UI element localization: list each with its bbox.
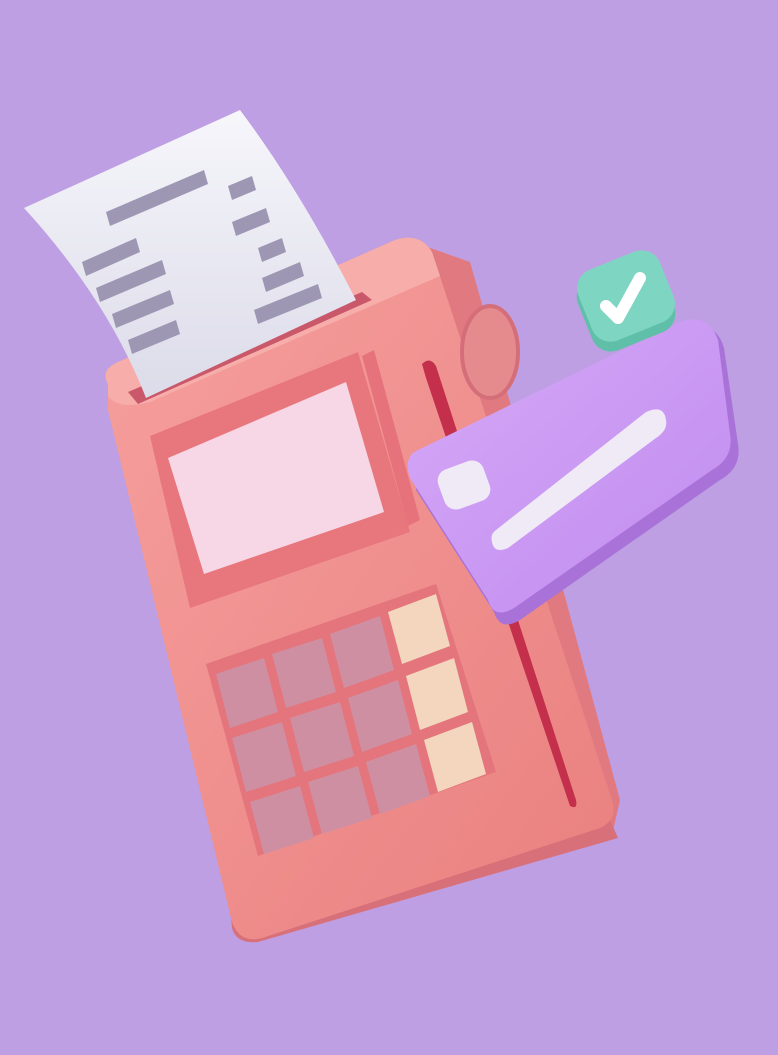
illustration-scene	[0, 0, 778, 1055]
illustration-canvas	[0, 0, 778, 1055]
side-knob	[460, 304, 520, 400]
